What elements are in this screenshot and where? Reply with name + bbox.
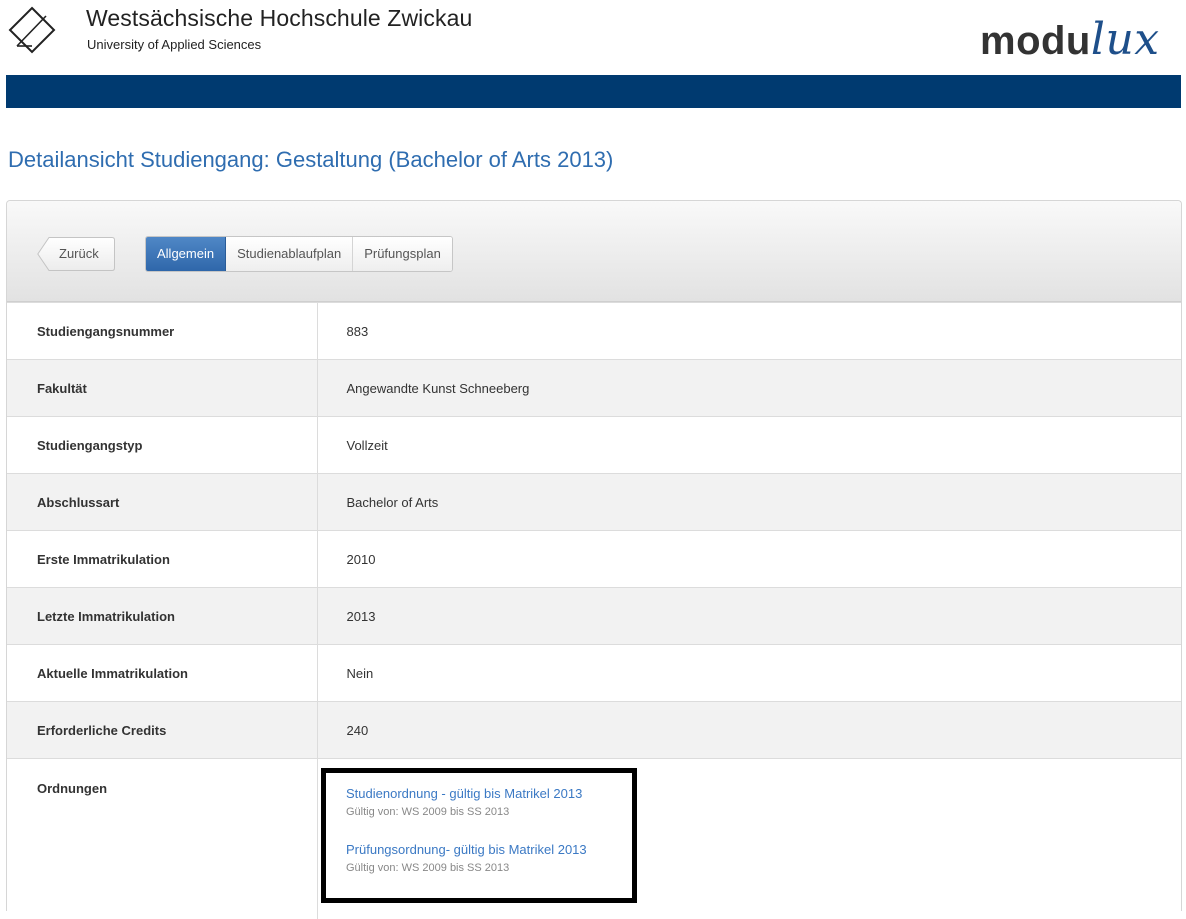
studienordnung-link[interactable]: Studienordnung - gültig bis Matrikel 201… bbox=[346, 786, 582, 801]
row-value: Nein bbox=[317, 644, 1181, 702]
brand-main: modu bbox=[980, 19, 1091, 63]
back-button-label: Zurück bbox=[59, 246, 99, 261]
tab-pruefungsplan[interactable]: Prüfungsplan bbox=[353, 237, 452, 271]
ordnung-item: Studienordnung - gültig bis Matrikel 201… bbox=[346, 786, 582, 818]
row-label: Letzte Immatrikulation bbox=[7, 587, 318, 645]
row-value: 240 bbox=[317, 701, 1181, 759]
table-row: Erste Immatrikulation 2010 bbox=[7, 530, 1181, 588]
row-label: Erste Immatrikulation bbox=[7, 530, 318, 588]
row-label: Ordnungen bbox=[7, 758, 318, 919]
row-label: Studiengangstyp bbox=[7, 416, 318, 474]
validity-note: Gültig von: WS 2009 bis SS 2013 bbox=[346, 862, 510, 874]
row-label: Erforderliche Credits bbox=[7, 701, 318, 759]
table-row: Letzte Immatrikulation 2013 bbox=[7, 587, 1181, 645]
tab-group: Allgemein Studienablaufplan Prüfungsplan bbox=[145, 236, 453, 272]
back-button[interactable]: Zurück bbox=[37, 237, 115, 271]
table-row: Abschlussart Bachelor of Arts bbox=[7, 473, 1181, 531]
brand-accent: lux bbox=[1090, 14, 1160, 65]
row-label: Studiengangsnummer bbox=[7, 302, 318, 360]
row-label: Abschlussart bbox=[7, 473, 318, 531]
table-row: Studiengangstyp Vollzeit bbox=[7, 416, 1181, 474]
site-header: Westsächsische Hochschule Zwickau Univer… bbox=[0, 0, 1186, 75]
row-value: 2013 bbox=[317, 587, 1181, 645]
university-logo-icon bbox=[8, 6, 56, 54]
ordnung-item: Prüfungsordnung- gültig bis Matrikel 201… bbox=[346, 842, 587, 874]
row-value: Vollzeit bbox=[317, 416, 1181, 474]
row-label: Aktuelle Immatrikulation bbox=[7, 644, 318, 702]
row-label: Fakultät bbox=[7, 359, 318, 417]
row-value: 883 bbox=[317, 302, 1181, 360]
row-value: 2010 bbox=[317, 530, 1181, 588]
table-row: Fakultät Angewandte Kunst Schneeberg bbox=[7, 359, 1181, 417]
school-subtitle: University of Applied Sciences bbox=[87, 37, 262, 52]
pruefungsordnung-link[interactable]: Prüfungsordnung- gültig bis Matrikel 201… bbox=[346, 842, 587, 857]
row-value: Angewandte Kunst Schneeberg bbox=[317, 359, 1181, 417]
table-row: Aktuelle Immatrikulation Nein bbox=[7, 644, 1181, 702]
validity-note: Gültig von: WS 2009 bis SS 2013 bbox=[346, 806, 510, 818]
page-title: Detailansicht Studiengang: Gestaltung (B… bbox=[8, 147, 614, 172]
school-name: Westsächsische Hochschule Zwickau bbox=[86, 5, 473, 31]
tab-allgemein[interactable]: Allgemein bbox=[146, 237, 227, 271]
table-row: Studiengangsnummer 883 bbox=[7, 302, 1181, 360]
tab-studienablaufplan[interactable]: Studienablaufplan bbox=[226, 237, 354, 271]
table-row: Erforderliche Credits 240 bbox=[7, 701, 1181, 759]
modulux-logo[interactable]: modulux bbox=[980, 14, 1160, 65]
header-bar bbox=[6, 75, 1181, 108]
row-value: Bachelor of Arts bbox=[317, 473, 1181, 531]
panel-toolbar: Zurück Allgemein Studienablaufplan Prüfu… bbox=[7, 201, 1181, 302]
